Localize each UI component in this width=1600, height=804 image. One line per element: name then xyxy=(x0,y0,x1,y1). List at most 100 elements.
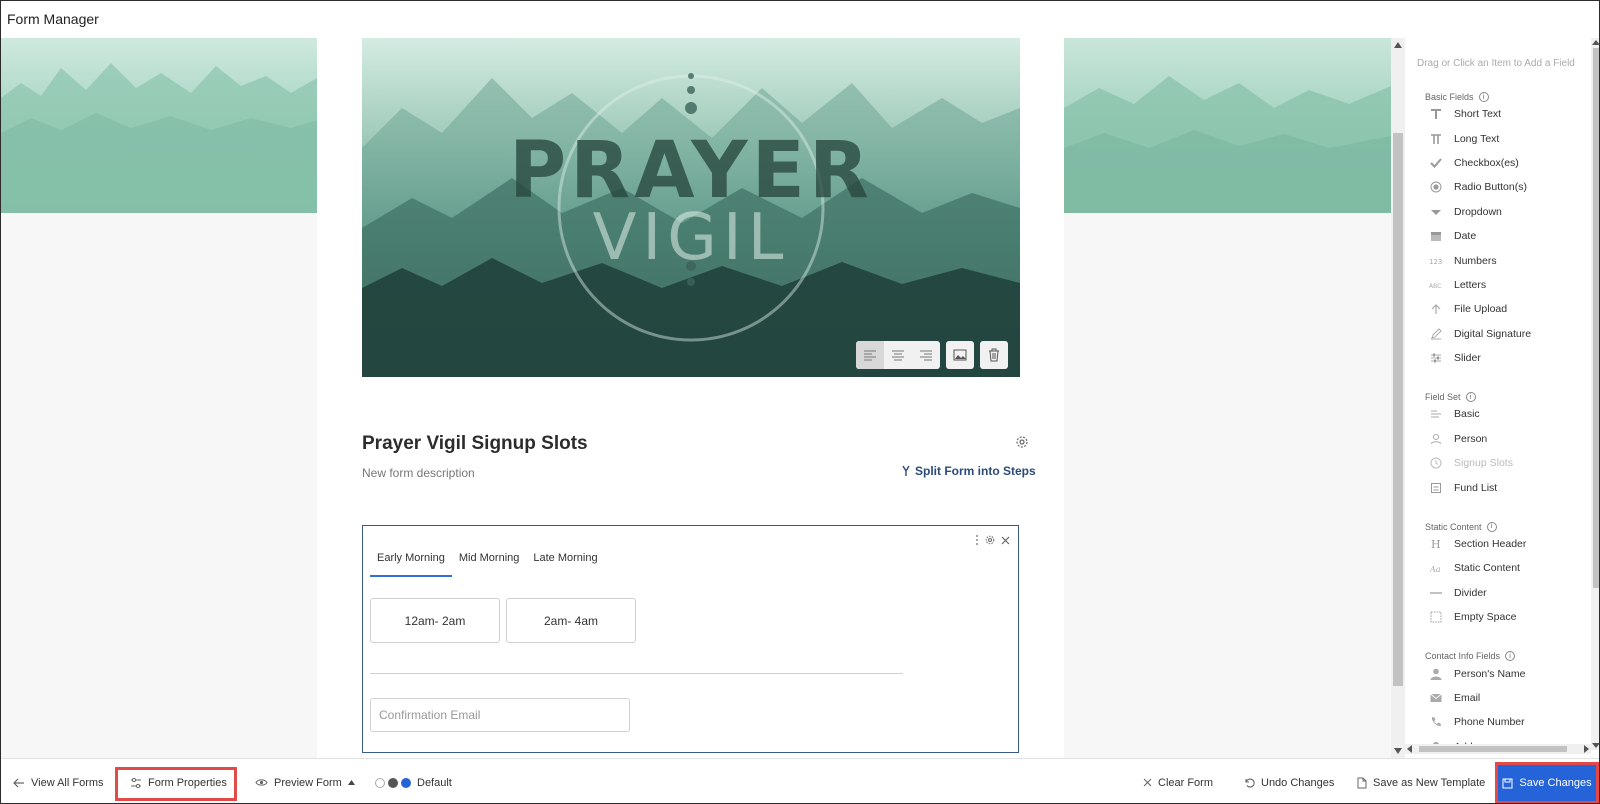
undo-changes-button[interactable]: Undo Changes xyxy=(1244,759,1335,803)
preview-form-button[interactable]: Preview Form xyxy=(255,759,355,803)
numbers-icon: 123 xyxy=(1429,254,1443,268)
scroll-down-arrow[interactable] xyxy=(1592,743,1599,748)
palette-item-fund-list[interactable]: Fund List xyxy=(1405,475,1591,499)
slot-button[interactable]: 2am- 4am xyxy=(506,598,636,643)
palette-item-dropdown[interactable]: Dropdown xyxy=(1405,200,1591,224)
scroll-left-arrow[interactable] xyxy=(1407,745,1412,753)
theme-label: Default xyxy=(417,776,452,789)
form-manager-window: Form Manager PRAYER VIGIL Prayer Vigil S… xyxy=(0,0,1600,804)
clear-form-button[interactable]: Clear Form xyxy=(1143,759,1213,803)
view-all-forms-button[interactable]: View All Forms xyxy=(13,759,104,803)
palette-item-file-upload[interactable]: File Upload xyxy=(1405,297,1591,321)
info-icon[interactable]: i xyxy=(1465,392,1476,403)
sliders-icon xyxy=(131,777,141,788)
palette-item-label: Short Text xyxy=(1454,108,1502,121)
palette-item-label: Person xyxy=(1454,432,1488,445)
confirmation-email-input[interactable] xyxy=(370,698,630,732)
align-right-button[interactable] xyxy=(912,341,940,369)
scroll-up-arrow[interactable] xyxy=(1592,40,1599,45)
palette-item-slider[interactable]: Slider xyxy=(1405,346,1591,370)
palette-item-person-s-name[interactable]: Person's Name xyxy=(1405,661,1591,685)
info-icon[interactable]: i xyxy=(1486,521,1497,532)
info-icon[interactable]: i xyxy=(1505,651,1516,662)
palette-item-phone-number[interactable]: Phone Number xyxy=(1405,710,1591,734)
scroll-thumb[interactable] xyxy=(1393,133,1403,686)
x-icon xyxy=(1143,778,1152,787)
palette-scrollbar[interactable] xyxy=(1591,38,1599,750)
field-palette: Drag or Click an Item to Add a Field Bas… xyxy=(1405,38,1591,750)
scroll-right-arrow[interactable] xyxy=(1584,745,1589,753)
svg-text:ABC: ABC xyxy=(1429,283,1441,290)
save-icon xyxy=(1502,778,1513,788)
palette-item-email[interactable]: Email xyxy=(1405,686,1591,710)
field-settings-icon[interactable] xyxy=(985,535,995,545)
divider-icon xyxy=(1429,586,1443,600)
palette-item-radio-button-s[interactable]: Radio Button(s) xyxy=(1405,175,1591,199)
save-template-button[interactable]: Save as New Template xyxy=(1357,759,1485,803)
info-icon[interactable]: i xyxy=(1478,92,1489,102)
letters-icon: ABC xyxy=(1429,278,1443,292)
tab-early-morning[interactable]: Early Morning xyxy=(370,546,452,577)
static-text-icon: Aa xyxy=(1429,561,1443,575)
palette-item-divider[interactable]: Divider xyxy=(1405,581,1591,605)
palette-horizontal-scrollbar[interactable] xyxy=(1405,744,1591,754)
paragraph-icon xyxy=(1429,132,1443,146)
palette-hint: Drag or Click an Item to Add a Field xyxy=(1417,58,1575,69)
palette-item-digital-signature[interactable]: Digital Signature xyxy=(1405,322,1591,346)
palette-item-label: Phone Number xyxy=(1454,716,1525,729)
palette-item-signup-slots: Signup Slots xyxy=(1405,451,1591,475)
tab-mid-morning[interactable]: Mid Morning xyxy=(452,546,527,577)
close-icon[interactable] xyxy=(1001,536,1010,545)
lines-icon xyxy=(1429,407,1443,421)
form-title[interactable]: Prayer Vigil Signup Slots xyxy=(362,433,588,455)
canvas-scrollbar[interactable] xyxy=(1391,38,1405,758)
align-left-button[interactable] xyxy=(856,341,884,369)
divider xyxy=(370,673,903,674)
palette-item-numbers[interactable]: 123 Numbers xyxy=(1405,248,1591,272)
palette-item-empty-space[interactable]: Empty Space xyxy=(1405,605,1591,629)
palette-item-basic[interactable]: Basic xyxy=(1405,402,1591,426)
palette-item-label: Dropdown xyxy=(1454,205,1502,218)
scroll-down-arrow[interactable] xyxy=(1394,748,1402,754)
palette-item-long-text[interactable]: Long Text xyxy=(1405,126,1591,150)
palette-item-short-text[interactable]: Short Text xyxy=(1405,102,1591,126)
scroll-thumb[interactable] xyxy=(1419,746,1567,752)
scroll-thumb[interactable] xyxy=(1593,48,1599,588)
tab-late-morning[interactable]: Late Morning xyxy=(526,546,604,577)
palette-item-label: Slider xyxy=(1454,352,1481,365)
section-title: Static Content xyxy=(1425,521,1482,532)
theme-selector[interactable]: Default xyxy=(375,759,452,803)
form-description[interactable]: New form description xyxy=(362,466,475,480)
split-form-link[interactable]: Split Form into Steps xyxy=(901,464,1036,478)
view-all-forms-label: View All Forms xyxy=(31,776,104,789)
palette-section-header: Contact Info Fields i xyxy=(1405,637,1591,662)
save-changes-button[interactable]: Save Changes xyxy=(1495,762,1599,803)
palette-item-static-content[interactable]: Aa Static Content xyxy=(1405,556,1591,580)
header-image[interactable]: PRAYER VIGIL xyxy=(362,38,1020,377)
palette-item-person[interactable]: Person xyxy=(1405,427,1591,451)
gear-icon[interactable] xyxy=(1015,435,1029,449)
slot-button[interactable]: 12am- 2am xyxy=(370,598,500,643)
form-properties-button[interactable]: Form Properties xyxy=(130,759,227,803)
palette-item-label: Section Header xyxy=(1454,538,1527,551)
slot-tabs: Early Morning Mid Morning Late Morning xyxy=(370,546,605,577)
calendar-icon xyxy=(1429,229,1443,243)
align-center-button[interactable] xyxy=(884,341,912,369)
delete-image-button[interactable] xyxy=(980,341,1008,369)
scroll-up-arrow[interactable] xyxy=(1394,42,1402,48)
theme-swatches xyxy=(375,777,411,788)
palette-item-date[interactable]: Date xyxy=(1405,224,1591,248)
section-title: Field Set xyxy=(1425,392,1461,403)
palette-item-letters[interactable]: ABC Letters xyxy=(1405,273,1591,297)
palette-item-checkbox-es[interactable]: Checkbox(es) xyxy=(1405,151,1591,175)
title-bar: Form Manager xyxy=(1,1,1599,38)
undo-changes-label: Undo Changes xyxy=(1261,776,1335,789)
change-image-button[interactable] xyxy=(946,341,974,369)
form-properties-label: Form Properties xyxy=(148,776,227,789)
palette-item-label: Numbers xyxy=(1454,254,1497,267)
arrow-left-icon xyxy=(13,778,24,787)
signup-slots-field[interactable]: Early Morning Mid Morning Late Morning 1… xyxy=(362,525,1019,753)
palette-item-section-header[interactable]: H Section Header xyxy=(1405,532,1591,556)
field-controls xyxy=(975,534,1010,546)
drag-handle-icon[interactable] xyxy=(975,534,979,546)
